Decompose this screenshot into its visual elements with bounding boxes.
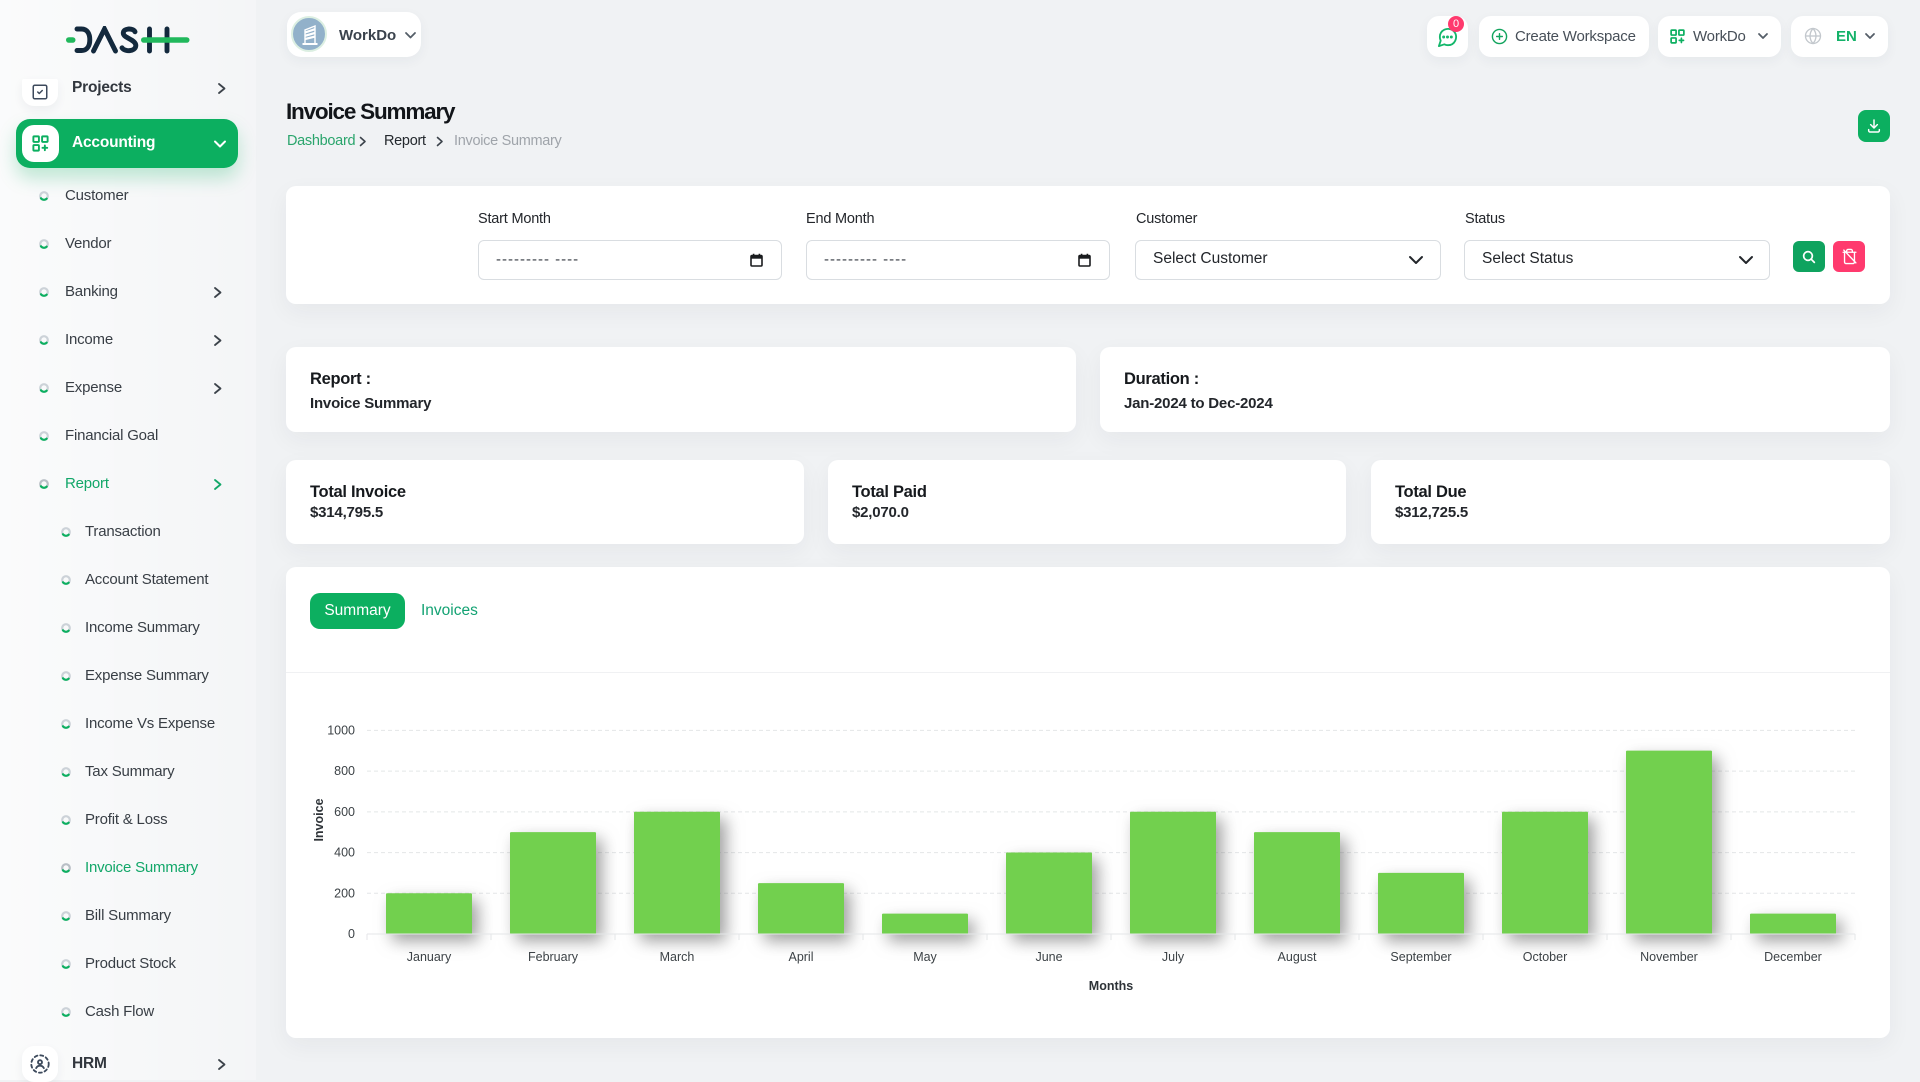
svg-text:June: June [1035, 950, 1062, 964]
svg-text:Months: Months [1089, 979, 1133, 993]
svg-text:September: September [1390, 950, 1451, 964]
svg-text:0: 0 [348, 927, 355, 941]
svg-text:November: November [1640, 950, 1698, 964]
svg-text:400: 400 [334, 846, 355, 860]
svg-text:January: January [407, 950, 452, 964]
svg-text:800: 800 [334, 764, 355, 778]
svg-text:Invoice: Invoice [312, 798, 326, 841]
svg-text:February: February [528, 950, 579, 964]
svg-text:December: December [1764, 950, 1822, 964]
svg-text:May: May [913, 950, 937, 964]
svg-text:March: March [660, 950, 695, 964]
svg-text:200: 200 [334, 886, 355, 900]
svg-text:October: October [1523, 950, 1567, 964]
svg-text:August: August [1278, 950, 1317, 964]
svg-text:600: 600 [334, 805, 355, 819]
svg-text:July: July [1162, 950, 1185, 964]
svg-text:April: April [788, 950, 813, 964]
svg-text:1000: 1000 [327, 723, 355, 737]
